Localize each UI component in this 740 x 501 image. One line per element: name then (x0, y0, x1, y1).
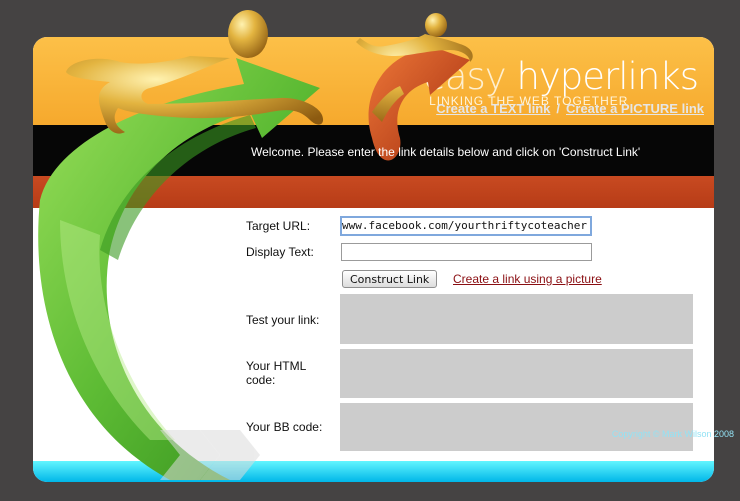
create-text-link[interactable]: Create a TEXT link (436, 101, 550, 116)
welcome-message: Welcome. Please enter the link details b… (251, 145, 641, 159)
create-link-using-picture[interactable]: Create a link using a picture (453, 272, 602, 286)
html-code-label: Your HTML code: (246, 359, 307, 387)
display-text-input[interactable] (341, 243, 592, 261)
target-url-label: Target URL: (246, 219, 311, 233)
nav-links: Create a TEXT link / Create a PICTURE link (436, 101, 704, 116)
target-url-input[interactable]: https://www.facebook.com/yourthriftycote… (340, 216, 592, 236)
display-text-label: Display Text: (246, 245, 314, 259)
test-link-output[interactable] (340, 294, 693, 344)
html-code-output[interactable] (340, 349, 693, 398)
create-picture-link[interactable]: Create a PICTURE link (566, 101, 704, 116)
nav-separator: / (556, 101, 560, 116)
footer-band (33, 461, 714, 482)
construct-link-button[interactable]: Construct Link (342, 270, 438, 288)
brand-name: easy hyperlinks (423, 55, 699, 98)
bb-code-label: Your BB code: (246, 420, 323, 434)
copyright: Copyright © Mark Wilson 2008 (611, 429, 734, 439)
bb-code-output[interactable] (340, 403, 693, 451)
test-link-label: Test your link: (246, 313, 320, 327)
welcome-band (33, 176, 714, 208)
